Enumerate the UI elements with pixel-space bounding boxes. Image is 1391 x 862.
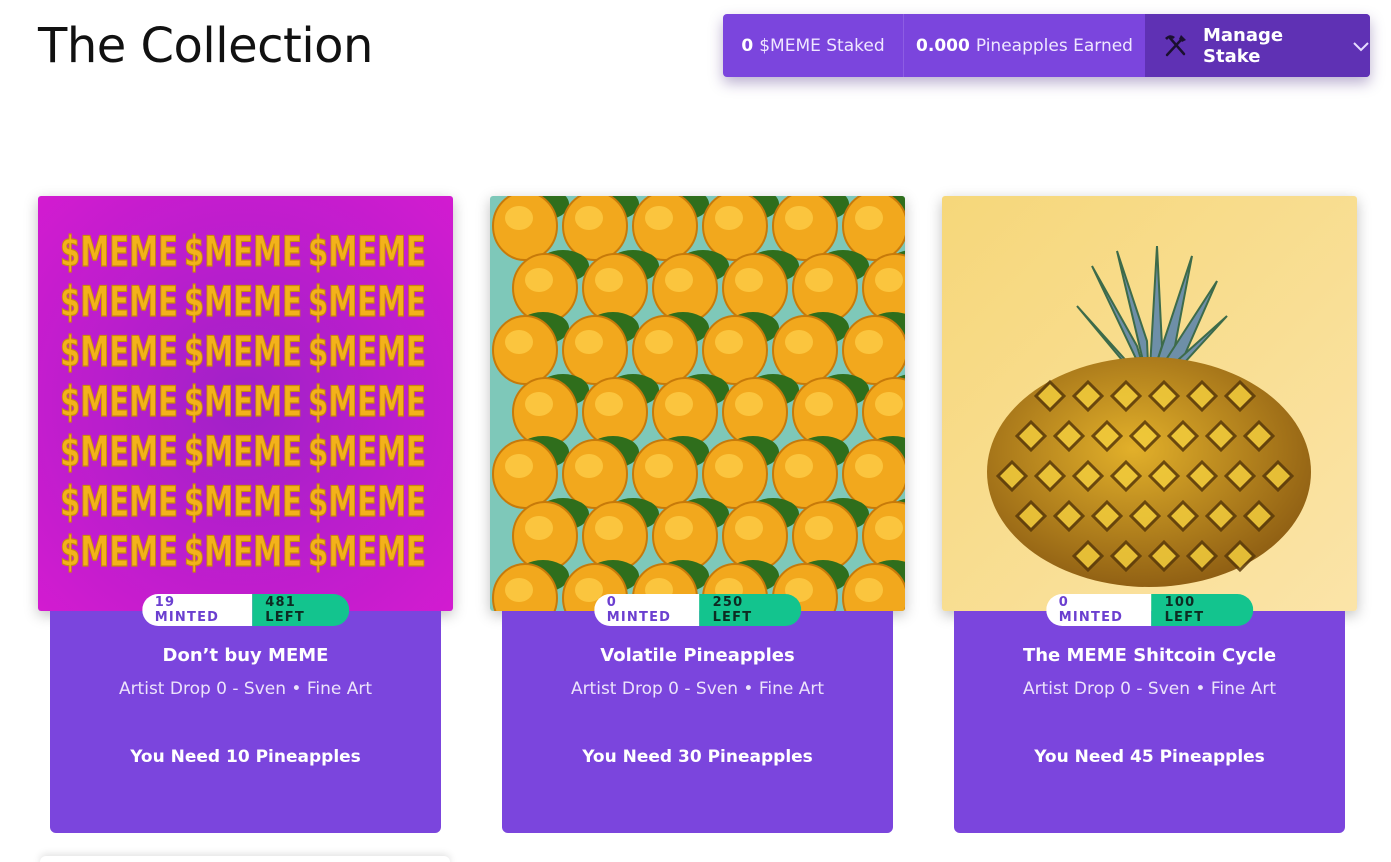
svg-text:$MEME: $MEME	[184, 277, 302, 326]
supply-badge: 0 MINTED 100 LEFT	[1045, 594, 1254, 626]
card-info: Don’t buy MEME Artist Drop 0 - Sven • Fi…	[50, 611, 441, 833]
svg-text:$MEME: $MEME	[308, 527, 426, 576]
card-requirement: You Need 30 Pineapples	[582, 747, 813, 767]
card-requirement: You Need 45 Pineapples	[1034, 747, 1265, 767]
staked-summary: 0 $MEME Staked	[723, 14, 904, 77]
earned-value: 0.000	[916, 35, 970, 56]
earned-summary: 0.000 Pineapples Earned	[904, 14, 1145, 77]
svg-text:$MEME: $MEME	[60, 277, 178, 326]
card-meta: Artist Drop 0 - Sven • Fine Art	[118, 679, 373, 699]
staked-value: 0	[741, 35, 754, 56]
svg-text:$MEME: $MEME	[184, 327, 302, 376]
svg-text:$MEME: $MEME	[60, 427, 178, 476]
remaining-count: 481 LEFT	[252, 594, 350, 626]
card-artwork[interactable]	[490, 196, 905, 611]
card-meta: Artist Drop 0 - Sven • Fine Art	[1022, 679, 1277, 699]
manage-stake-button[interactable]: Manage Stake	[1145, 14, 1370, 77]
svg-text:$MEME: $MEME	[308, 427, 426, 476]
manage-stake-label: Manage Stake	[1203, 24, 1284, 67]
card-title: Don’t buy MEME	[162, 645, 329, 666]
remaining-count: 100 LEFT	[1151, 594, 1254, 626]
next-card-edge	[40, 856, 450, 862]
stake-bar: 0 $MEME Staked 0.000 Pineapples Earned M…	[723, 14, 1370, 77]
supply-badge: 0 MINTED 250 LEFT	[593, 594, 802, 626]
page-title: The Collection	[38, 18, 373, 74]
svg-text:$MEME: $MEME	[184, 377, 302, 426]
svg-text:$MEME: $MEME	[184, 227, 302, 276]
svg-text:$MEME: $MEME	[184, 527, 302, 576]
pickaxe-shovel-icon	[1161, 32, 1189, 60]
svg-text:$MEME: $MEME	[308, 277, 426, 326]
card-title: Volatile Pineapples	[600, 645, 795, 666]
card-meta: Artist Drop 0 - Sven • Fine Art	[570, 679, 825, 699]
card-requirement: You Need 10 Pineapples	[130, 747, 361, 767]
svg-text:$MEME: $MEME	[60, 327, 178, 376]
svg-text:$MEME: $MEME	[184, 427, 302, 476]
svg-text:$MEME: $MEME	[308, 477, 426, 526]
svg-text:$MEME: $MEME	[308, 227, 426, 276]
card-info: Volatile Pineapples Artist Drop 0 - Sven…	[502, 611, 893, 833]
minted-count: 0 MINTED	[593, 594, 700, 626]
svg-text:$MEME: $MEME	[184, 477, 302, 526]
svg-text:$MEME: $MEME	[60, 477, 178, 526]
card-title: The MEME Shitcoin Cycle	[1022, 645, 1277, 666]
svg-text:$MEME: $MEME	[308, 377, 426, 426]
svg-text:$MEME: $MEME	[60, 377, 178, 426]
card-artwork[interactable]	[942, 196, 1357, 611]
svg-text:$MEME: $MEME	[60, 227, 178, 276]
card-artwork[interactable]: $MEME $MEME $MEME $MEME $MEME $MEME $MEME $MEME…	[38, 196, 453, 611]
minted-count: 19 MINTED	[141, 594, 253, 626]
svg-text:$MEME: $MEME	[60, 527, 178, 576]
earned-label: Pineapples Earned	[975, 35, 1133, 56]
svg-text:$MEME: $MEME	[308, 327, 426, 376]
supply-badge: 19 MINTED 481 LEFT	[141, 594, 350, 626]
chevron-down-icon[interactable]	[1352, 40, 1370, 52]
remaining-count: 250 LEFT	[699, 594, 802, 626]
collection-page: The Collection 0 $MEME Staked 0.000 Pine…	[0, 0, 1391, 862]
card-info: The MEME Shitcoin Cycle Artist Drop 0 - …	[954, 611, 1345, 833]
minted-count: 0 MINTED	[1045, 594, 1152, 626]
staked-label: $MEME Staked	[759, 35, 885, 56]
